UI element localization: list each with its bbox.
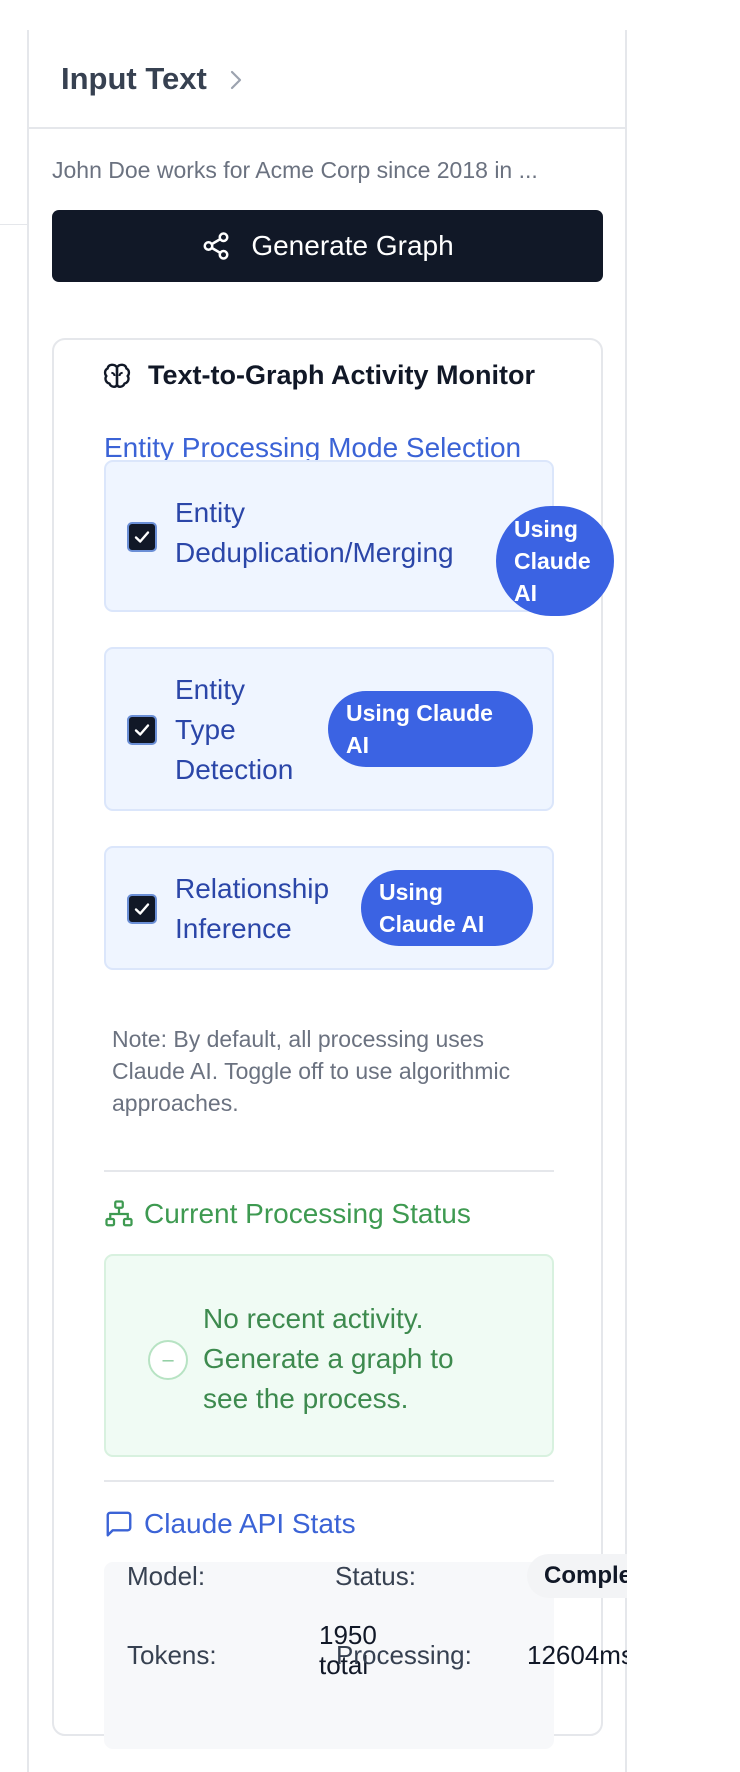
status-value-pill: Complete	[527, 1554, 627, 1598]
tokens-label: Tokens:	[127, 1640, 217, 1670]
api-values-clip: Complete 12604ms	[0, 0, 627, 1772]
processing-value: 12604ms	[527, 1640, 627, 1670]
processing-label: Processing:	[336, 1640, 472, 1670]
